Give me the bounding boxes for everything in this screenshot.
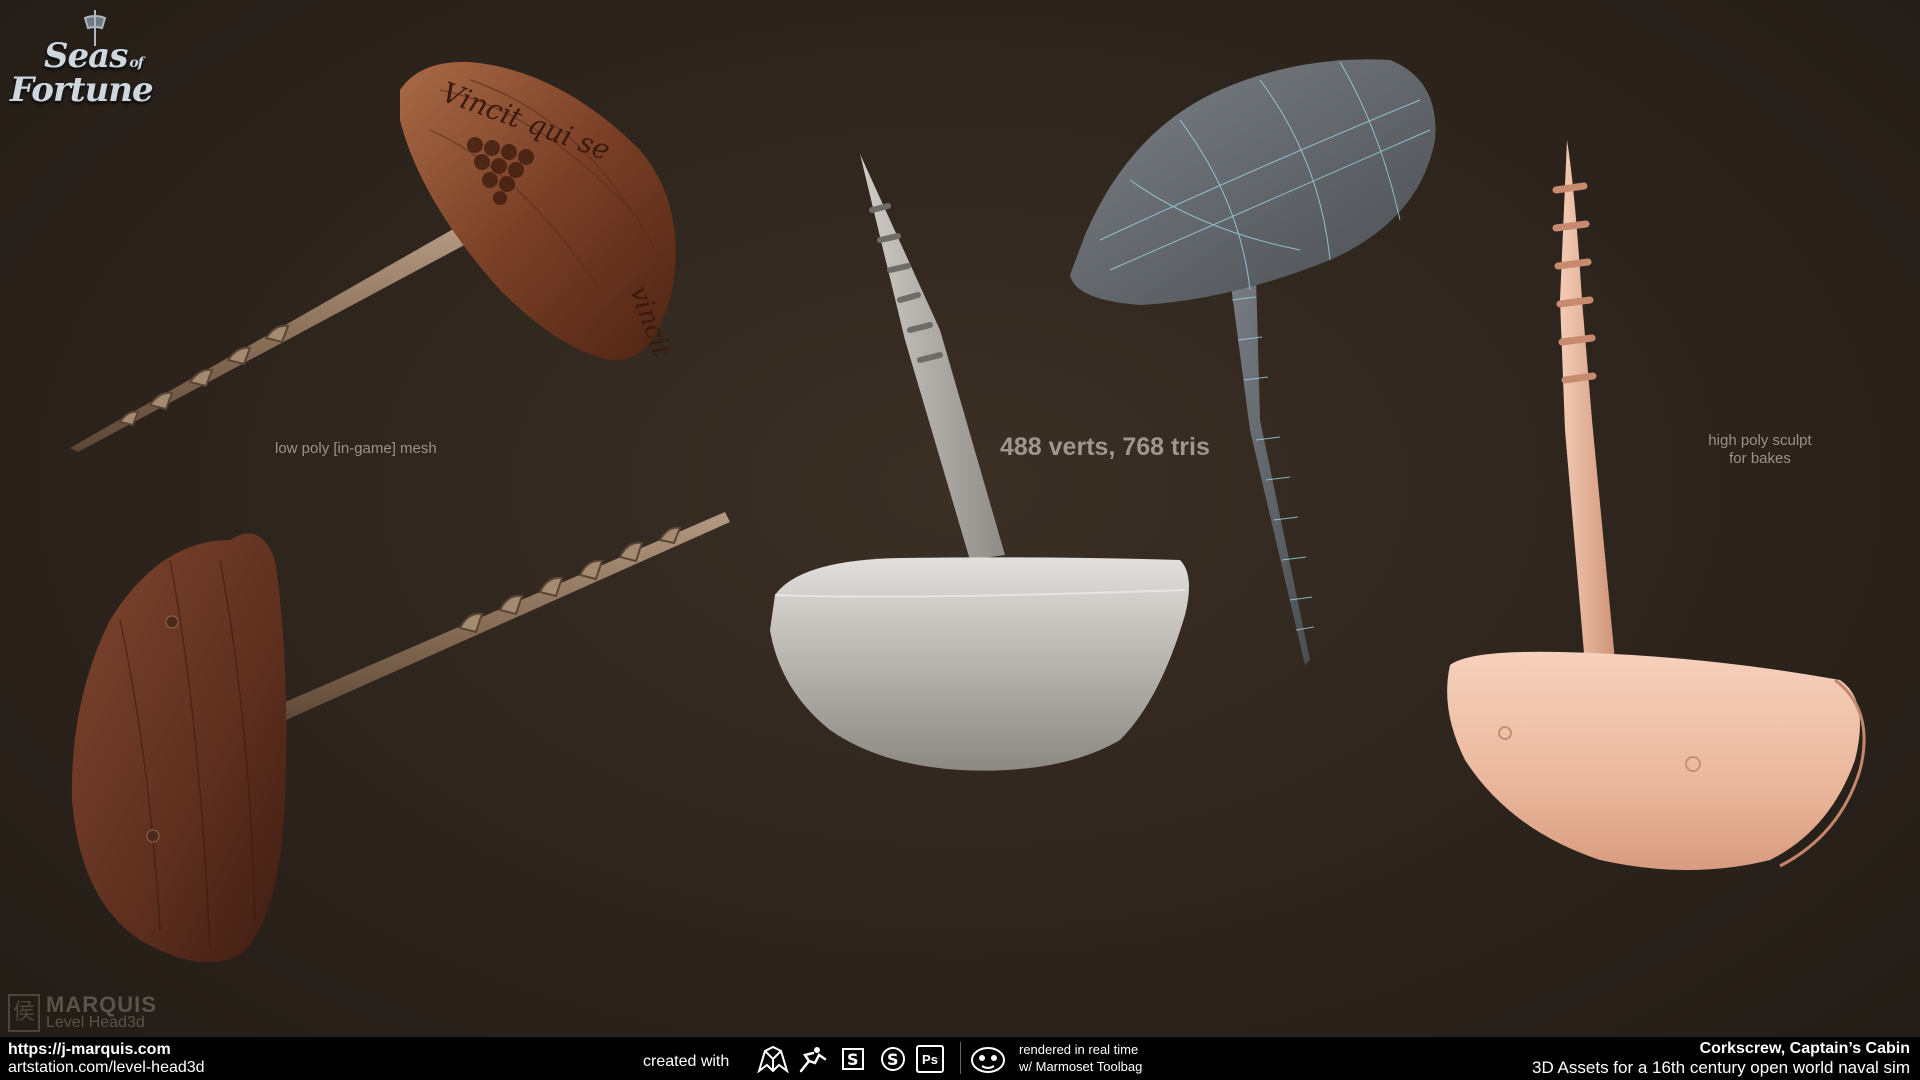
substance-painter-icon: S [876, 1044, 910, 1074]
lowpoly-caption: low poly [in-game] mesh [275, 440, 437, 457]
substance-designer-icon: S [836, 1044, 870, 1074]
zbrush-icon [796, 1044, 830, 1074]
website-link[interactable]: https://j-marquis.com [8, 1041, 171, 1059]
footer-divider [960, 1042, 961, 1074]
footer-bar: https://j-marquis.com artstation.com/lev… [0, 1037, 1920, 1080]
created-with-label: created with [643, 1053, 730, 1070]
rendered-info: rendered in real time w/ Marmoset Toolba… [1019, 1042, 1143, 1074]
3ds-max-icon [756, 1044, 790, 1074]
highpoly-caption: high poly sculpt for bakes [1708, 432, 1812, 467]
marmoset-icon [968, 1042, 1008, 1078]
photoshop-icon: Ps [916, 1045, 944, 1073]
lowpoly-corkscrew-bottom [71, 512, 730, 963]
asset-subtitle: 3D Assets for a 16th century open world … [1532, 1058, 1910, 1077]
seas-of-fortune-logo: Seas of Fortune [10, 8, 170, 128]
asset-title: Corkscrew, Captain’s Cabin [1699, 1040, 1910, 1057]
artstation-link[interactable]: artstation.com/level-head3d [8, 1059, 205, 1077]
highpoly-corkscrew [1447, 140, 1866, 870]
corkscrew-renders: Vincit qui se vincit [70, 59, 1866, 963]
render-stage: Vincit qui se vincit [0, 0, 1920, 1037]
mesh-stats: 488 verts, 768 tris [1000, 433, 1210, 461]
logo-line-2: Fortune [10, 70, 154, 110]
artist-seal-icon: 侯 [8, 994, 40, 1032]
software-icons: S S Ps [756, 1043, 944, 1075]
artist-studio: Level Head3d [46, 1014, 145, 1031]
svg-text:S: S [887, 1050, 899, 1069]
svg-text:S: S [847, 1050, 859, 1069]
